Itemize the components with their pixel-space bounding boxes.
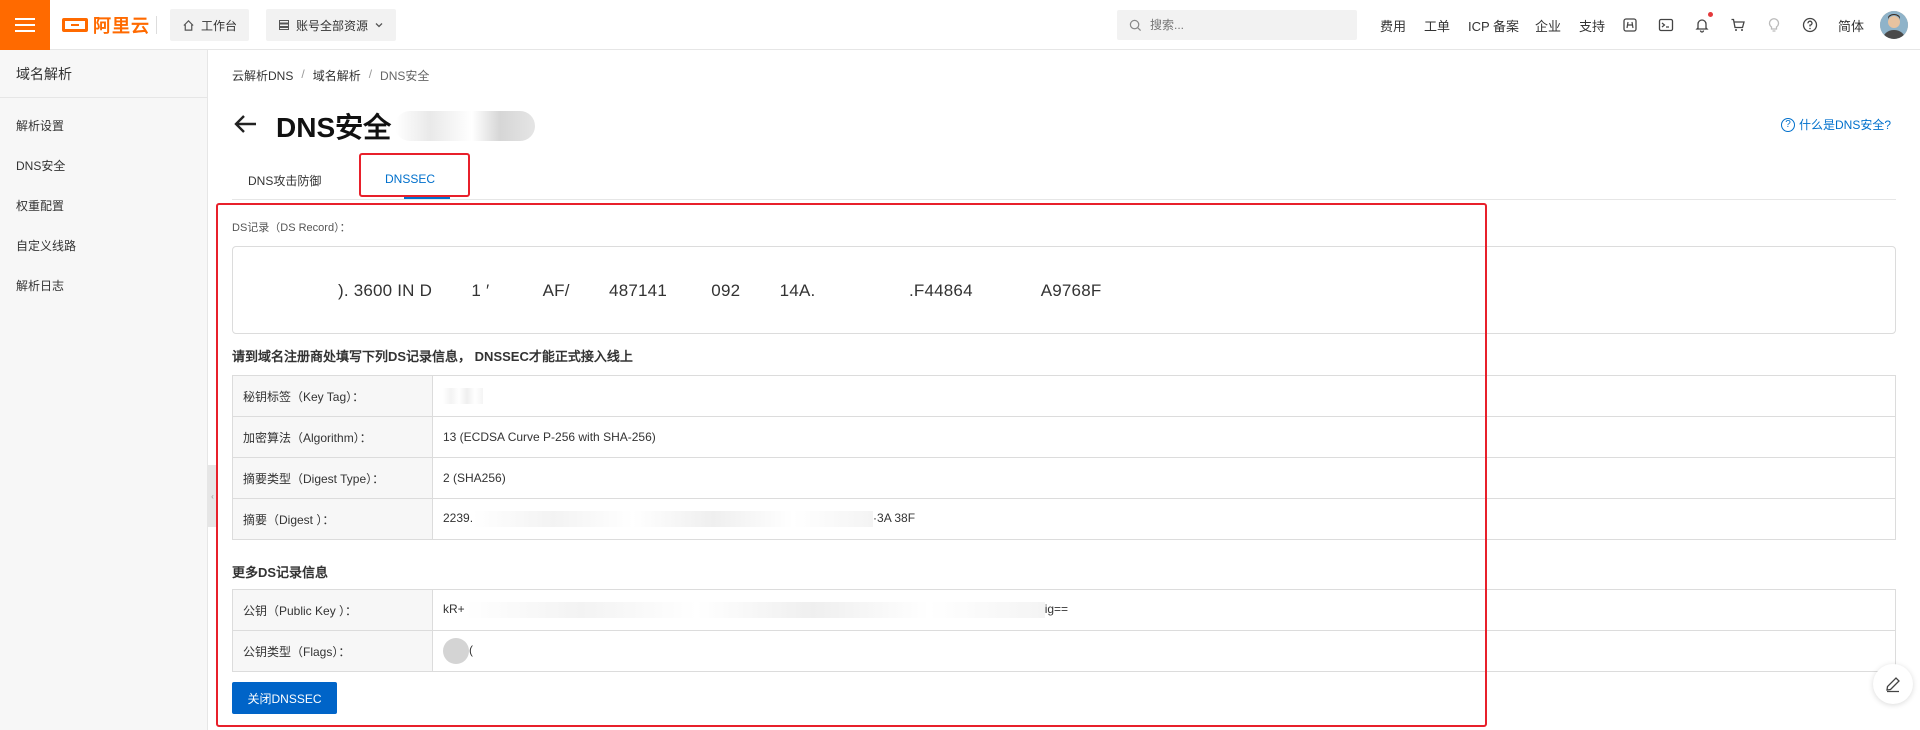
breadcrumb-root[interactable]: 云解析DNS [232,67,293,84]
stack-icon [279,20,289,30]
digest-value: 2239. ·3A 38F [432,498,1896,540]
help-link[interactable]: ? 什么是DNS安全? [1781,116,1891,133]
top-bar: 阿里云 工作台 账号全部资源 费用 工单 ICP 备案 企业 支持 简体 [0,0,1920,50]
digest-type-value: 2 (SHA256) [432,457,1896,499]
redacted-domain [395,111,536,141]
more-ds-title: 更多DS记录信息 [232,565,329,580]
top-link-support[interactable]: 支持 [1579,0,1605,50]
sidebar-item-dns-settings[interactable]: 解析设置 [0,106,207,146]
flags-label: 公钥类型（Flags）： [232,630,433,672]
algorithm-value: 13 (ECDSA Curve P-256 with SHA-256) [432,416,1896,458]
help-label[interactable]: 什么是DNS安全? [1799,116,1891,133]
key-tag-label: 秘钥标签（Key Tag）： [232,375,433,417]
breadcrumb-mid[interactable]: 域名解析 [313,67,361,84]
digest-label: 摘要（Digest ）： [232,498,433,540]
chevron-down-icon [375,23,383,28]
digest-value-end: ·3A 38F [873,511,916,526]
home-icon [183,19,194,31]
link-support[interactable]: 支持 [1579,16,1605,35]
terminal-icon[interactable] [1655,14,1677,36]
page-title: DNS安全 [276,106,536,146]
public-key-end: ig== [1044,602,1069,617]
table-row: 摘要类型（Digest Type）： 2 (SHA256) [232,457,1896,499]
notification-dot [1708,12,1713,17]
breadcrumb-separator: / [368,67,373,81]
logo-mark-icon [62,18,88,32]
public-key-label: 公钥（Public Key ）： [232,589,433,631]
registrar-instruction: 请到域名注册商处填写下列DS记录信息， DNSSEC才能正式接入线上 [232,349,633,364]
bell-icon[interactable] [1691,12,1713,36]
language-switch[interactable]: 简体 [1838,0,1864,50]
close-dnssec-button[interactable]: 关闭DNSSEC [232,682,337,714]
redacted-value [473,511,874,527]
redacted-value [443,638,469,664]
workbench-button[interactable]: 工作台 [170,9,250,41]
logo-divider [156,16,157,34]
link-fees[interactable]: 费用 [1380,16,1406,35]
help-circle-icon[interactable] [1799,14,1821,36]
avatar[interactable] [1880,11,1908,39]
table-row: 公钥（Public Key ）： kR+ ig== [232,589,1896,631]
sidebar-collapse-handle[interactable]: ‹ [208,465,217,527]
top-link-icp[interactable]: ICP 备案 [1468,0,1519,50]
edit-icon[interactable] [1873,664,1913,704]
table-row: 加密算法（Algorithm）： 13 (ECDSA Curve P-256 w… [232,416,1896,458]
aliyun-logo[interactable]: 阿里云 [62,13,150,37]
lightbulb-icon[interactable] [1763,14,1785,36]
logo-text: 阿里云 [93,16,150,36]
language-label[interactable]: 简体 [1838,16,1864,35]
ds-record-value: ). 3600 IN D 1 ′ AF/ 487141 092 14A. .F4… [338,281,1102,300]
ds-record-label: DS记录（DS Record）： [232,222,351,234]
table-row: 摘要（Digest ）： 2239. ·3A 38F [232,498,1896,540]
sidebar-item-dns-security[interactable]: DNS安全 [0,146,207,186]
resources-label: 账号全部资源 [296,18,369,33]
table-row: 秘钥标签（Key Tag）： [232,375,1896,417]
redacted-value [464,602,1045,618]
search-icon [1129,19,1142,31]
cart-icon[interactable] [1727,14,1749,36]
app-icon[interactable] [1619,14,1641,36]
table-row: 公钥类型（Flags）： ( [232,630,1896,672]
redacted-value [443,388,483,404]
back-arrow-icon[interactable] [232,110,260,138]
menu-icon[interactable] [0,0,50,50]
public-key-start: kR+ [443,602,465,617]
active-tab-indicator [404,197,450,199]
algorithm-label: 加密算法（Algorithm）： [232,416,433,458]
flags-value-text: ( [469,643,473,658]
breadcrumb-current: DNS安全 [380,69,430,83]
link-icp[interactable]: ICP 备案 [1468,16,1519,35]
digest-type-label: 摘要类型（Digest Type）： [232,457,433,499]
sidebar: 域名解析 解析设置 DNS安全 权重配置 自定义线路 解析日志 [0,50,208,730]
sidebar-title: 域名解析 [0,50,207,98]
top-link-fees[interactable]: 费用 [1380,0,1406,50]
global-search[interactable] [1117,10,1357,40]
key-tag-value [432,375,1896,417]
breadcrumb-separator: / [301,67,305,81]
page-title-text: DNS安全 [276,112,392,143]
ds-info-table: 秘钥标签（Key Tag）： 加密算法（Algorithm）： 13 (ECDS… [232,375,1896,540]
sidebar-item-logs[interactable]: 解析日志 [0,266,207,306]
tab-dns-attack-defense[interactable]: DNS攻击防御 [248,172,321,189]
link-tickets[interactable]: 工单 [1424,16,1450,35]
digest-value-start: 2239. [443,511,474,526]
sidebar-item-weight[interactable]: 权重配置 [0,186,207,226]
tab-dnssec[interactable]: DNSSEC [385,172,435,186]
workbench-label: 工作台 [201,18,238,33]
flags-value: ( [432,630,1896,672]
resources-dropdown[interactable]: 账号全部资源 [266,9,397,41]
question-icon: ? [1781,117,1795,132]
breadcrumb: 云解析DNS / 域名解析 / DNS安全 [232,67,429,84]
tab-bar: DNS攻击防御 DNSSEC [232,160,1896,200]
top-link-enterprise[interactable]: 企业 [1535,0,1561,50]
link-enterprise[interactable]: 企业 [1535,16,1561,35]
search-input[interactable] [1150,18,1340,32]
top-link-tickets[interactable]: 工单 [1424,0,1450,50]
public-key-value: kR+ ig== [432,589,1896,631]
more-ds-table: 公钥（Public Key ）： kR+ ig== 公钥类型（Flags）： ( [232,589,1896,672]
sidebar-item-custom-line[interactable]: 自定义线路 [0,226,207,266]
